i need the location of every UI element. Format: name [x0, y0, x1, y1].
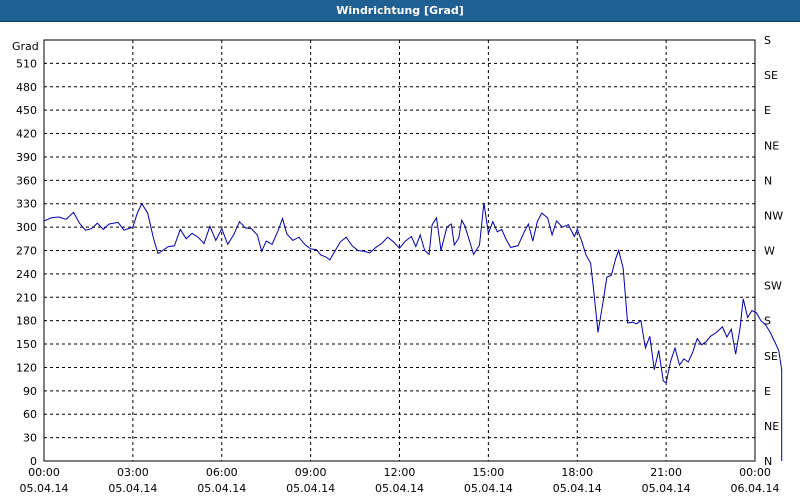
x-tick-time: 21:00 [650, 466, 682, 479]
x-tick-date: 06.04.14 [731, 482, 780, 495]
y-tick-label: 480 [16, 81, 37, 94]
y-tick-label: 300 [16, 221, 37, 234]
x-axis-time: 00:00 05.04.14 03:00 05.04.14 06:00 05.04.14 0… [20, 466, 780, 495]
y-tick-label: 510 [16, 57, 37, 70]
y-right-tick-label: SW [764, 280, 782, 293]
x-tick-date: 05.04.14 [642, 482, 691, 495]
x-tick-date: 05.04.14 [108, 482, 157, 495]
x-tick-time: 00:00 [28, 466, 60, 479]
y-axis-label: Grad [12, 40, 39, 53]
y-right-tick-label: E [764, 104, 771, 117]
y-right-tick-label: S [764, 34, 771, 47]
y-right-tick-label: SE [764, 69, 778, 82]
y-right-tick-label: E [764, 385, 771, 398]
x-tick-date: 05.04.14 [286, 482, 335, 495]
y-right-tick-label: N [764, 174, 772, 187]
y-tick-label: 450 [16, 104, 37, 117]
y-tick-label: 150 [16, 338, 37, 351]
x-tick-time: 12:00 [384, 466, 416, 479]
y-axis-left: 0306090120150180210240270300330360390420… [16, 57, 37, 468]
y-right-tick-label: NE [764, 139, 779, 152]
y-right-tick-label: S [764, 315, 771, 328]
y-tick-label: 210 [16, 291, 37, 304]
y-right-tick-label: NW [764, 209, 783, 222]
series-line [43, 202, 783, 461]
series-layer [43, 202, 783, 461]
y-axis-right-compass: NNEESESSWWNWNNEESES [764, 34, 783, 468]
y-tick-label: 120 [16, 361, 37, 374]
x-tick-date: 05.04.14 [464, 482, 513, 495]
x-tick-date: 05.04.14 [553, 482, 602, 495]
x-tick-time: 15:00 [473, 466, 505, 479]
x-tick-time: 18:00 [561, 466, 593, 479]
y-tick-label: 390 [16, 151, 37, 164]
y-tick-label: 360 [16, 174, 37, 187]
x-tick-time: 06:00 [206, 466, 238, 479]
y-right-tick-label: W [764, 245, 775, 258]
y-right-tick-label: NE [764, 420, 779, 433]
x-tick-time: 09:00 [295, 466, 327, 479]
y-tick-label: 330 [16, 198, 37, 211]
y-tick-label: 90 [23, 385, 37, 398]
x-tick-time: 00:00 [739, 466, 771, 479]
wind-direction-chart: 0306090120150180210240270300330360390420… [12, 34, 783, 495]
x-tick-time: 03:00 [117, 466, 149, 479]
y-right-tick-label: SE [764, 350, 778, 363]
x-tick-date: 05.04.14 [375, 482, 424, 495]
y-tick-label: 30 [23, 432, 37, 445]
y-tick-label: 60 [23, 408, 37, 421]
x-tick-date: 05.04.14 [197, 482, 246, 495]
x-tick-date: 05.04.14 [20, 482, 69, 495]
y-tick-label: 420 [16, 128, 37, 141]
grid [44, 40, 755, 461]
y-tick-label: 270 [16, 245, 37, 258]
chart-title: Windrichtung [Grad] [336, 4, 464, 17]
y-tick-label: 240 [16, 268, 37, 281]
chart-title-bar: Windrichtung [Grad] [0, 0, 800, 22]
y-tick-label: 180 [16, 315, 37, 328]
